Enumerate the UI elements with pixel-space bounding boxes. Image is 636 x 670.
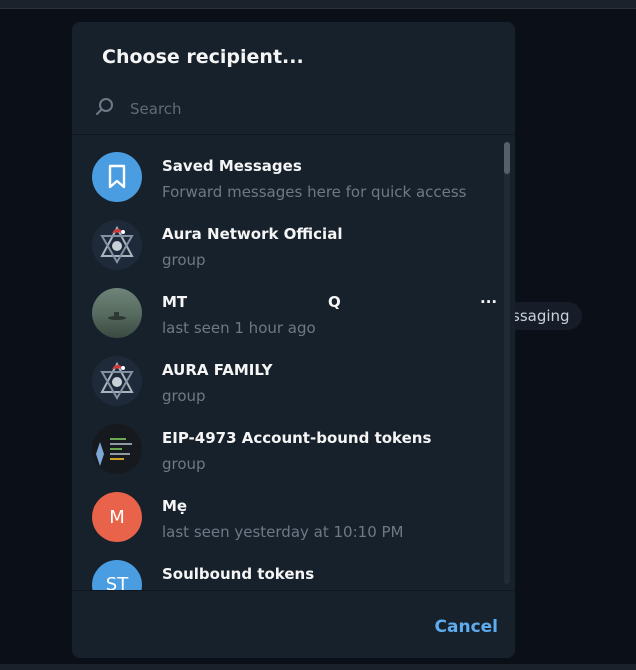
- window-top-bar: [0, 0, 636, 9]
- avatar: [92, 288, 142, 338]
- recipient-subtitle: last seen 1 hour ago: [162, 319, 316, 337]
- recipient-name: EIP-4973 Account-bound tokens: [162, 429, 432, 447]
- recipient-subtitle: group: [162, 387, 206, 405]
- recipient-name: MT: [162, 293, 188, 311]
- recipient-row-aura-network-official[interactable]: Aura Network Official group: [72, 211, 505, 279]
- code-screenshot-avatar: [96, 438, 132, 466]
- photo-avatar: [108, 312, 126, 320]
- avatar-initials: ST: [105, 574, 129, 590]
- divider: [72, 590, 515, 591]
- aura-logo-icon: [100, 225, 134, 265]
- recipient-subtitle: group: [162, 455, 206, 473]
- recipient-name: Aura Network Official: [162, 225, 343, 243]
- recipient-subtitle: last seen yesterday at 10:10 PM: [162, 523, 404, 541]
- search-bar[interactable]: [94, 94, 494, 124]
- choose-recipient-dialog: Choose recipient... Saved Messages Forwa…: [72, 22, 515, 658]
- recipient-subtitle: Forward messages here for quick access: [162, 183, 467, 201]
- avatar: M: [92, 492, 142, 542]
- recipient-row-saved-messages[interactable]: Saved Messages Forward messages here for…: [72, 143, 505, 211]
- recipient-row-soulbound-tokens[interactable]: ST Soulbound tokens: [72, 551, 505, 590]
- recipient-row-eip-4973[interactable]: EIP-4973 Account-bound tokens group: [72, 415, 505, 483]
- recipient-subtitle: group: [162, 251, 206, 269]
- cancel-button[interactable]: Cancel: [420, 612, 498, 642]
- recipient-row-me[interactable]: M Mẹ last seen yesterday at 10:10 PM: [72, 483, 505, 551]
- avatar: [92, 356, 142, 406]
- recipient-name: Soulbound tokens: [162, 565, 315, 583]
- divider: [72, 134, 515, 135]
- aura-logo-icon: [100, 361, 134, 401]
- window-bottom-bar: [0, 664, 636, 670]
- recipient-row-aura-family[interactable]: AURA FAMILY group: [72, 347, 505, 415]
- avatar-initials: M: [109, 506, 125, 528]
- scrollbar-thumb[interactable]: [504, 142, 510, 174]
- recipient-row-mt[interactable]: MT Q ... last seen 1 hour ago: [72, 279, 505, 347]
- recipient-name-ellipsis: ...: [480, 289, 498, 307]
- search-icon: [96, 98, 113, 115]
- avatar: ST: [92, 560, 142, 590]
- avatar: [92, 220, 142, 270]
- recipient-name: Saved Messages: [162, 157, 302, 175]
- scrollbar-track[interactable]: [504, 143, 510, 584]
- search-input[interactable]: [128, 94, 492, 124]
- recipient-name: Mẹ: [162, 497, 188, 515]
- recipient-list[interactable]: Saved Messages Forward messages here for…: [72, 143, 505, 590]
- avatar: [92, 424, 142, 474]
- recipient-name: AURA FAMILY: [162, 361, 273, 379]
- bookmark-icon: [108, 164, 126, 189]
- recipient-name-extra: Q: [328, 293, 341, 311]
- dialog-title: Choose recipient...: [102, 46, 304, 68]
- avatar: [92, 152, 142, 202]
